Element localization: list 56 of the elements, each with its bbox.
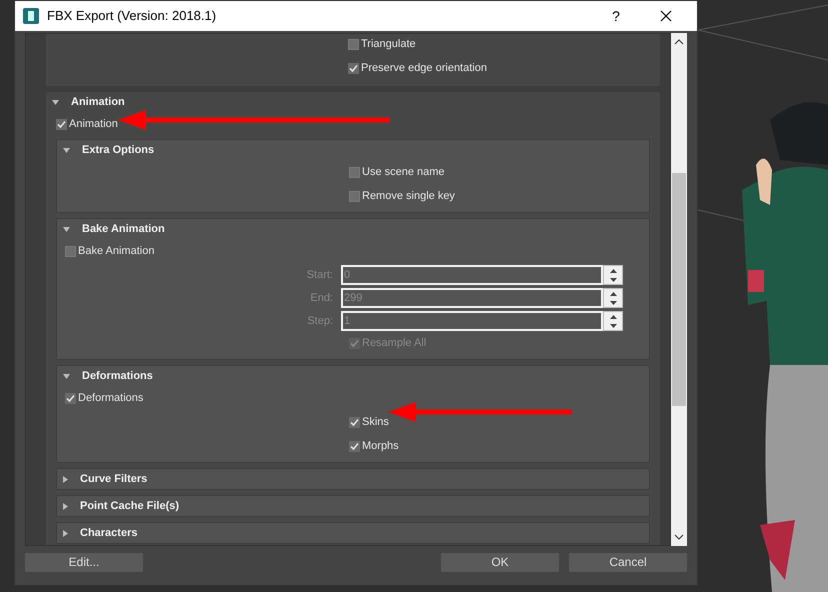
window-title: FBX Export (Version: 2018.1) [47,7,216,26]
dialog-button[interactable]: Cancel [569,552,687,572]
section-header[interactable]: Bake Animation [57,219,649,239]
checkbox-label: Skins [362,414,389,430]
section-header[interactable]: Characters [57,523,649,543]
expanded-icon [63,148,70,152]
checkbox-label: Deformations [78,390,144,406]
checkbox[interactable] [348,38,359,50]
section-header[interactable]: Extra Options [57,140,649,160]
scrollbar[interactable] [671,33,687,546]
checkbox[interactable] [349,416,360,428]
section-header[interactable]: Animation [46,92,660,112]
down-arrow-icon [610,278,616,282]
up-arrow-icon [610,268,616,272]
checkbox-label: Animation [69,116,118,132]
collapsed-icon [63,502,68,510]
checkbox-label: Bake Animation [78,244,154,259]
checkbox-label: Use scene name [362,164,445,180]
expanded-icon [63,226,70,232]
checkbox[interactable] [348,62,359,74]
expanded-icon [52,100,59,104]
section-header[interactable]: Curve Filters [57,469,649,489]
close-icon [660,10,672,22]
down-arrow-icon [610,324,616,328]
expanded-icon [63,374,70,378]
checkbox-label: Resample All [362,336,426,351]
field-label: Start: [306,268,334,283]
checkbox[interactable] [349,190,360,202]
dialog-button[interactable]: OK [441,552,559,572]
spinner-button[interactable] [603,265,623,285]
checkbox[interactable] [65,392,76,404]
scroll-up-icon [674,39,684,45]
checkbox[interactable] [349,440,360,452]
checkbox-label: Preserve edge orientation [361,60,487,76]
checkbox[interactable] [65,246,76,256]
section-header[interactable]: Point Cache File(s) [57,496,649,516]
spinner-button[interactable] [603,311,623,331]
section-header[interactable]: Deformations [57,366,649,386]
field-label: Step: [306,314,334,329]
checkbox-label: Morphs [362,438,399,454]
help-button[interactable]: ? [601,6,631,26]
up-arrow-icon [610,292,616,296]
up-arrow-icon [610,314,616,318]
app-icon [23,8,39,24]
checkbox[interactable] [349,166,360,178]
spinner-button[interactable] [603,288,623,308]
collapsed-icon [63,476,68,482]
field-label: End: [309,290,334,306]
checkbox-label: Triangulate [361,36,416,52]
scroll-down-icon [674,534,684,540]
down-arrow-icon [610,300,616,304]
collapsed-icon [63,530,68,536]
scrollbar-thumb[interactable] [672,173,686,406]
checkbox[interactable] [56,118,67,130]
dialog-button[interactable]: Edit... [25,552,143,572]
checkbox-label: Remove single key [362,188,455,204]
